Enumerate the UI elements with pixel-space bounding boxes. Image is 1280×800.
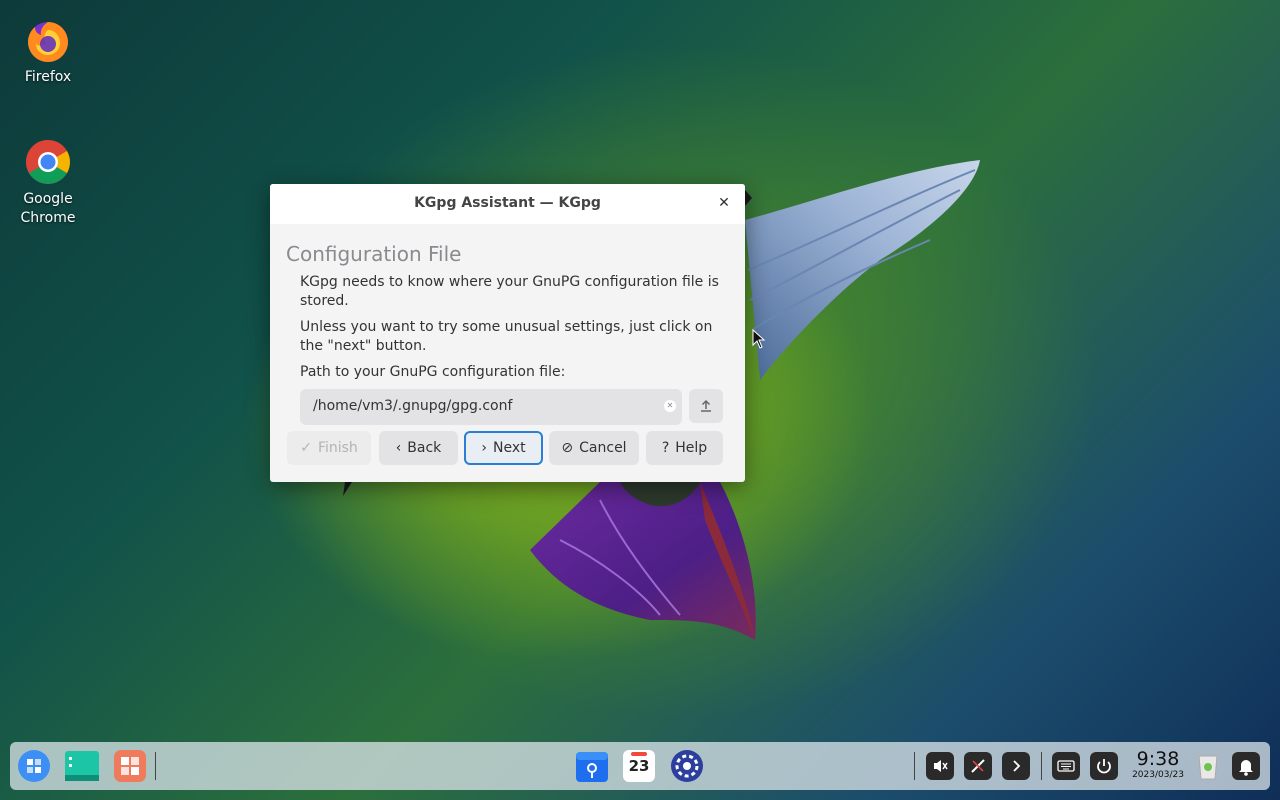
chevron-right-icon: › <box>481 440 487 456</box>
chevron-left-icon: ‹ <box>395 440 402 456</box>
intro-text: KGpg needs to know where your GnuPG conf… <box>300 274 719 309</box>
desktop-icon-chrome[interactable]: Google Chrome <box>3 138 93 228</box>
back-button[interactable]: ‹ Back <box>379 431 458 465</box>
desktop-icon-label: Firefox <box>24 69 72 85</box>
desktop-icon-firefox[interactable]: Firefox <box>3 16 93 87</box>
config-path-value: /home/vm3/.gnupg/gpg.conf <box>313 398 513 414</box>
clock-time: 9:38 <box>1136 748 1180 770</box>
back-label: Back <box>407 440 442 456</box>
page-heading: Configuration File <box>286 242 462 266</box>
taskbar: 23 9:38 2023/03/23 <box>10 742 1270 790</box>
dialog-title: KGpg Assistant — KGpg <box>414 195 601 211</box>
cancel-icon: ⊘ <box>561 440 574 456</box>
files-app-button[interactable] <box>574 748 610 788</box>
app-store-icon <box>114 750 146 782</box>
kgpg-assistant-dialog: KGpg Assistant — KGpg ✕ Configuration Fi… <box>270 184 745 482</box>
cancel-button[interactable]: ⊘ Cancel <box>549 431 639 465</box>
help-icon: ? <box>661 440 670 456</box>
config-path-input[interactable]: /home/vm3/.gnupg/gpg.conf ✕ <box>300 389 682 425</box>
firefox-icon <box>28 22 68 62</box>
next-button[interactable]: › Next <box>464 431 543 465</box>
volume-muted-icon <box>934 760 948 772</box>
power-button[interactable] <box>1090 752 1118 780</box>
close-icon[interactable]: ✕ <box>715 194 733 212</box>
bell-icon <box>1239 760 1253 776</box>
launcher-button[interactable] <box>17 749 51 787</box>
notification-button[interactable] <box>1232 752 1260 780</box>
app-store-button[interactable] <box>113 749 147 787</box>
taskbar-divider <box>155 752 156 780</box>
keyboard-button[interactable] <box>1052 752 1080 780</box>
help-label: Help <box>675 440 708 456</box>
tray-divider <box>1041 752 1042 780</box>
help-button[interactable]: ? Help <box>646 431 723 465</box>
clear-icon[interactable]: ✕ <box>664 400 676 412</box>
check-icon: ✓ <box>300 440 312 456</box>
desktop-icon-label: Google Chrome <box>20 191 76 226</box>
keyboard-icon <box>1057 760 1075 772</box>
chrome-icon <box>26 140 70 184</box>
finish-label: Finish <box>317 440 358 456</box>
settings-button[interactable] <box>669 748 705 788</box>
hint-text: Unless you want to try some unusual sett… <box>300 319 713 354</box>
upload-icon <box>701 399 711 412</box>
calendar-button[interactable]: 23 <box>621 747 657 789</box>
taskbar-clock[interactable]: 9:38 2023/03/23 <box>1130 748 1186 781</box>
chevron-right-icon <box>1013 760 1021 772</box>
dialog-titlebar[interactable]: KGpg Assistant — KGpg ✕ <box>270 184 745 224</box>
folder-app-icon <box>576 752 608 782</box>
mouse-cursor <box>752 329 766 349</box>
browse-button[interactable] <box>689 389 723 423</box>
calendar-day: 23 <box>628 757 650 775</box>
power-icon <box>1097 759 1111 774</box>
path-label: Path to your GnuPG configuration file: <box>300 364 566 380</box>
tray-expand-button[interactable] <box>1002 752 1030 780</box>
trash-button[interactable] <box>1195 751 1221 785</box>
launcher-icon <box>18 750 50 782</box>
volume-muted-button[interactable] <box>926 752 954 780</box>
trash-icon <box>1198 755 1218 780</box>
gear-icon <box>671 750 703 782</box>
next-label: Next <box>492 440 526 456</box>
file-manager-button[interactable] <box>64 749 100 787</box>
network-off-icon <box>971 759 985 773</box>
cancel-label: Cancel <box>579 440 627 456</box>
clock-date: 2023/03/23 <box>1132 770 1184 780</box>
network-button[interactable] <box>964 752 992 780</box>
file-manager-icon <box>65 751 99 781</box>
finish-button[interactable]: ✓ Finish <box>287 431 371 465</box>
tray-divider <box>914 752 915 780</box>
